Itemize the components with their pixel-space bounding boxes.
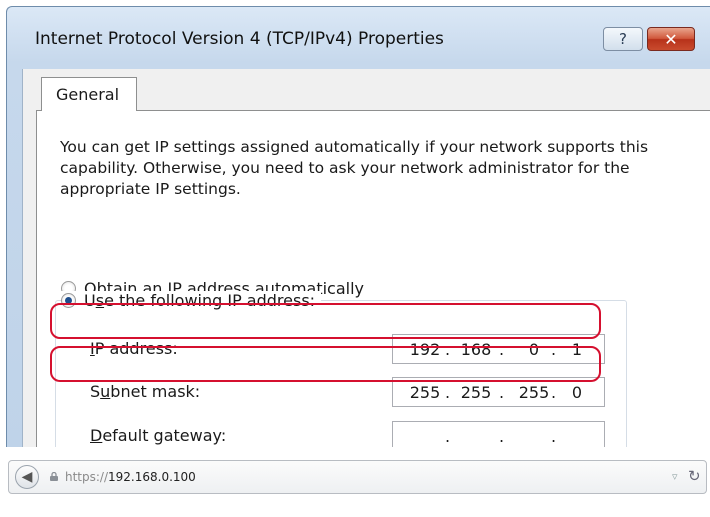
ip-address-label: IP address: — [90, 339, 178, 358]
ip-address-row: IP address: 192 . 168 . 0 . 1 — [56, 332, 626, 368]
dropdown-icon[interactable]: ▿ — [672, 470, 678, 483]
octet-separator: . — [499, 427, 505, 446]
default-gateway-input[interactable]: . . . — [392, 421, 605, 447]
help-button[interactable]: ? — [603, 27, 643, 51]
browser-address-bar[interactable]: ◀ https://192.168.0.100 ▿ ↻ — [8, 460, 707, 494]
ip-address-input[interactable]: 192 . 168 . 0 . 1 — [392, 334, 605, 364]
subnet-octet-1[interactable]: 255 — [403, 383, 447, 402]
back-arrow-icon[interactable]: ◀ — [15, 465, 39, 489]
octet-separator: . — [551, 383, 557, 402]
subnet-octet-2[interactable]: 255 — [451, 383, 501, 402]
reload-icon[interactable]: ↻ — [688, 467, 701, 485]
subnet-mask-input[interactable]: 255 . 255 . 255 . 0 — [392, 377, 605, 407]
tab-general[interactable]: General — [41, 77, 137, 111]
dialog-title: Internet Protocol Version 4 (TCP/IPv4) P… — [35, 29, 444, 49]
title-bar[interactable]: Internet Protocol Version 4 (TCP/IPv4) P… — [7, 7, 710, 69]
ip-octet-2[interactable]: 168 — [451, 340, 501, 359]
subnet-mask-label: Subnet mask: — [90, 382, 201, 401]
url-text[interactable]: https://192.168.0.100 — [65, 470, 196, 484]
tab-general-label: General — [56, 85, 120, 104]
radio-use-following-label: Use the following IP address: — [84, 291, 316, 310]
octet-separator: . — [499, 383, 505, 402]
dialog-client-area: General You can get IP settings assigned… — [22, 69, 710, 447]
subnet-octet-4[interactable]: 0 — [563, 383, 591, 402]
radio-button-on[interactable] — [61, 293, 76, 308]
ip-octet-4[interactable]: 1 — [563, 340, 591, 359]
octet-separator: . — [445, 340, 451, 359]
default-gateway-label: Default gateway: — [90, 426, 227, 445]
lock-icon — [50, 472, 58, 481]
subnet-mask-row: Subnet mask: 255 . 255 . 255 . 0 — [56, 375, 626, 411]
octet-separator: . — [445, 427, 451, 446]
general-tab-page: You can get IP settings assigned automat… — [36, 110, 710, 447]
default-gateway-row: Default gateway: . . . — [56, 419, 626, 447]
close-button[interactable]: ✕ — [647, 27, 695, 51]
octet-separator: . — [499, 340, 505, 359]
tcpip-properties-dialog: Internet Protocol Version 4 (TCP/IPv4) P… — [6, 6, 710, 447]
octet-separator: . — [445, 383, 451, 402]
octet-separator: . — [551, 427, 557, 446]
description-text: You can get IP settings assigned automat… — [60, 138, 649, 198]
radio-use-following[interactable]: Use the following IP address: — [61, 291, 322, 310]
octet-separator: . — [551, 340, 557, 359]
static-ip-group: IP address: 192 . 168 . 0 . 1 Subnet mas… — [55, 300, 627, 447]
ip-octet-1[interactable]: 192 — [403, 340, 447, 359]
